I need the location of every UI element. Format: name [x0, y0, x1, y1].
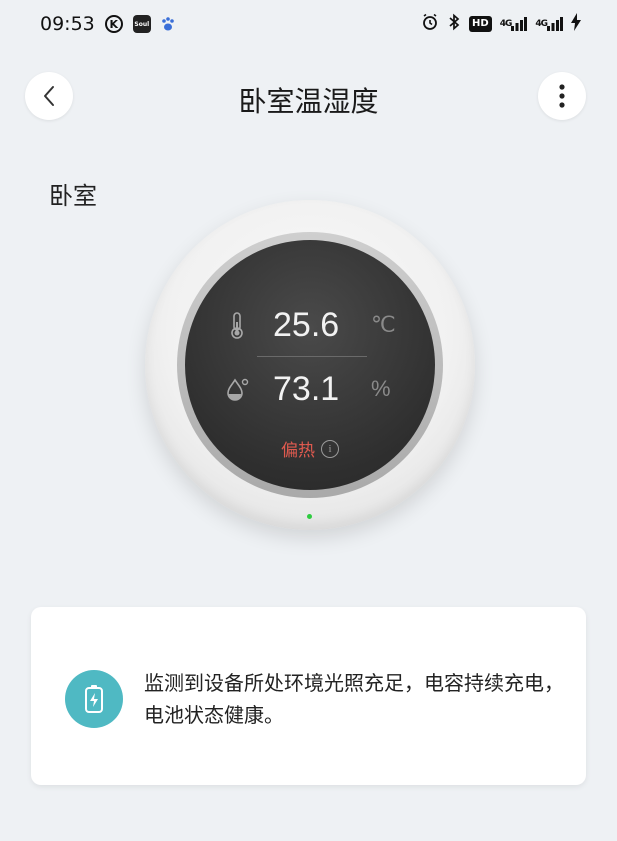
soul-icon: Soul: [132, 15, 151, 33]
thermometer-icon: [231, 312, 243, 339]
device-screen: 25.6 ℃ 73.1 % 偏热 i: [185, 240, 435, 490]
room-name: 卧室: [49, 182, 97, 210]
temperature-value: 25.6: [273, 305, 340, 344]
signal-4g-icon: 4G: [500, 17, 528, 31]
k-icon: K: [104, 15, 123, 33]
humidity-value: 73.1: [273, 369, 340, 408]
bluetooth-icon: [447, 13, 461, 35]
more-vertical-icon: [559, 84, 565, 108]
more-button[interactable]: [538, 72, 586, 120]
network-label: 4G: [535, 19, 548, 29]
device-image[interactable]: 25.6 ℃ 73.1 % 偏热 i: [145, 200, 475, 530]
status-time: 09:53: [40, 13, 95, 35]
humidity-row: 73.1 %: [185, 364, 435, 414]
network-label: 4G: [499, 19, 513, 29]
hd-icon: HD: [469, 16, 492, 32]
header: 卧室温湿度: [0, 70, 617, 122]
temperature-unit: ℃: [371, 312, 396, 337]
screen: 09:53 K Soul HD 4G 4G 卧室温湿度 卧室 25.6 ℃ 73…: [0, 0, 617, 841]
battery-notice-card: 监测到设备所处环境光照充足，电容持续充电，电池状态健康。: [31, 607, 586, 785]
comfort-status-text: 偏热: [281, 441, 315, 461]
charging-icon: [571, 13, 581, 35]
signal-4g-icon: 4G: [535, 17, 563, 31]
humidity-drop-icon: [227, 378, 249, 401]
temperature-row: 25.6 ℃: [185, 300, 435, 350]
status-right: HD 4G 4G: [421, 13, 581, 35]
paw-icon: [161, 16, 175, 32]
page-title: 卧室温湿度: [238, 85, 379, 118]
info-icon[interactable]: i: [321, 439, 339, 458]
humidity-unit: %: [371, 376, 391, 401]
comfort-status: 偏热 i: [185, 436, 435, 461]
status-bar: 09:53 K Soul HD 4G 4G: [0, 0, 617, 48]
status-left: 09:53 K Soul: [40, 13, 175, 35]
reading-divider: [257, 356, 367, 357]
status-led: [307, 514, 312, 519]
battery-charging-icon: [65, 670, 123, 728]
alarm-icon: [421, 13, 439, 35]
battery-notice-text: 监测到设备所处环境光照充足，电容持续充电，电池状态健康。: [144, 671, 564, 727]
